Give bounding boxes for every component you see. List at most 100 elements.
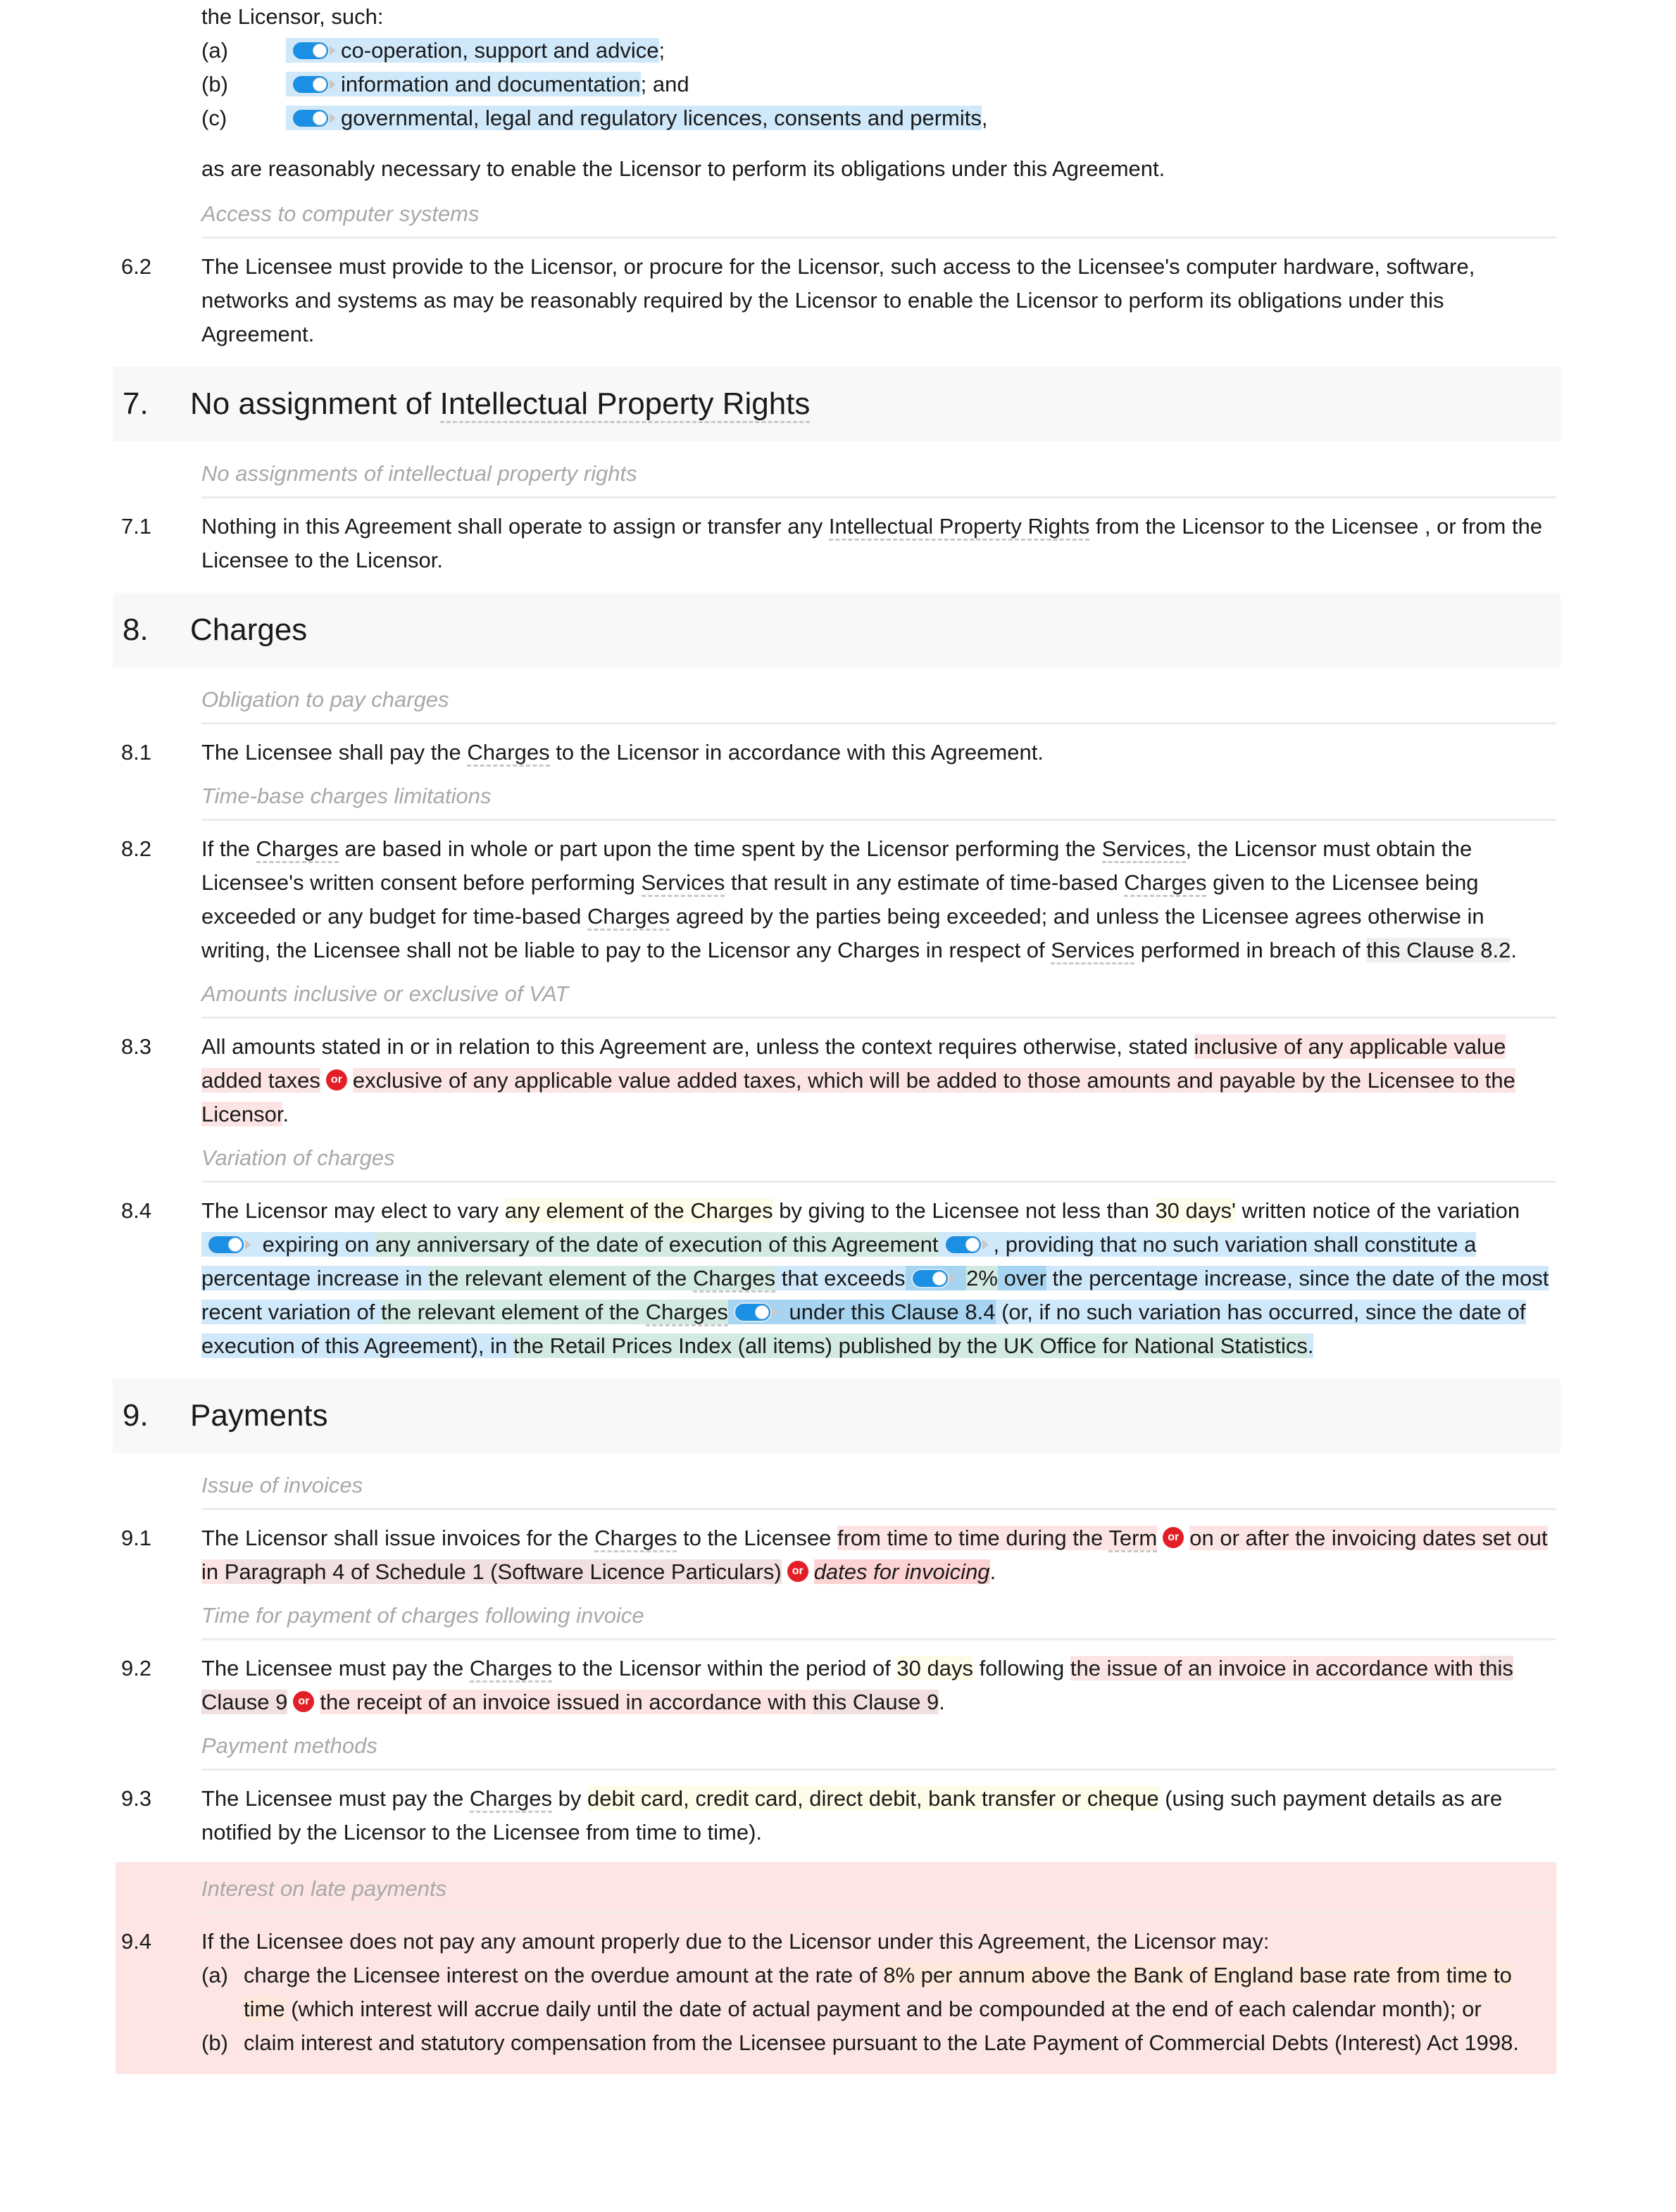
toggle-switch[interactable] [208,1235,252,1255]
optional-text-block: 2% over [905,1266,1046,1290]
list-item: (b) claim interest and statutory compens… [201,2026,1549,2060]
variable-field[interactable]: debit card, credit card, direct debit, b… [587,1786,1159,1811]
variable-field[interactable]: 2% [966,1266,998,1290]
clause-number: 9.2 [121,1656,152,1680]
defined-term[interactable]: Intellectual Property Rights [439,387,811,423]
list-letter: (a) [201,38,228,63]
section-title: No assignment of Intellectual Property R… [190,367,811,441]
section-number: 7. [123,387,149,421]
toggle-switch[interactable] [945,1235,989,1255]
defined-term[interactable]: Term [1108,1526,1158,1552]
toggle-switch[interactable] [293,75,337,94]
optional-text-block: expiring on [201,1232,375,1257]
clause-label: Payment methods [201,1719,1556,1771]
list-item: (b) information and documentation; and [201,68,1556,101]
clause-label: Time for payment of charges following in… [201,1589,1556,1640]
clause-text: The Licensor may elect to vary any eleme… [201,1198,1549,1358]
or-badge-icon[interactable]: or [1163,1526,1184,1548]
alternative-option[interactable]: exclusive of any applicable value added … [201,1068,1515,1126]
list-item: (c) governmental, legal and regulatory l… [201,101,1556,135]
alternative-option[interactable]: the receipt of an invoice issued in acco… [320,1690,939,1714]
alternative-option[interactable]: from time to time during the Term [837,1526,1158,1552]
clause-label: Time-base charges limitations [201,769,1556,821]
list-letter: (c) [201,106,227,130]
section-heading-9: 9. Payments [113,1378,1561,1453]
cross-reference[interactable]: this Clause 9 [812,1690,939,1714]
variable-field[interactable]: the relevant element of the Charges [381,1300,728,1326]
clause-9-1: 9.1 The Licensor shall issue invoices fo… [0,1521,1676,1589]
defined-term[interactable]: Charges [645,1300,728,1326]
clause-label: Variation of charges [201,1131,1556,1183]
optional-clause-block: Interest on late payments 9.4 If the Lic… [115,1862,1556,2074]
clause-8-3: 8.3 All amounts stated in or in relation… [0,1030,1676,1131]
list-item: (a) co-operation, support and advice; [201,34,1556,68]
variable-field[interactable]: the Retail Prices Index (all items) publ… [513,1333,1308,1358]
clause-number: 6.2 [121,254,152,279]
section-heading-7: 7. No assignment of Intellectual Propert… [113,367,1561,441]
list-letter: (b) [201,72,228,96]
clause-label: Interest on late payments [201,1862,1556,1913]
toggle-switch[interactable] [734,1302,779,1322]
intro-trailer: as are reasonably necessary to enable th… [201,156,1165,181]
defined-term[interactable]: Charges [256,836,339,863]
clause-9-3: 9.3 The Licensee must pay the Charges by… [0,1782,1676,1849]
or-badge-icon[interactable]: or [787,1560,808,1582]
clause-number: 9.1 [121,1526,152,1550]
or-badge-icon[interactable]: or [325,1069,347,1091]
variable-field[interactable]: any anniversary of the date of execution… [375,1232,939,1257]
toggle-switch[interactable] [293,108,337,128]
clause-text: The Licensee shall pay the Charges to th… [201,736,1556,769]
clause-number: 8.3 [121,1034,152,1059]
variable-field[interactable]: 30 days' [1155,1198,1236,1223]
variable-field[interactable]: the relevant element of the Charges [428,1266,776,1293]
defined-term[interactable]: Charges [1124,870,1207,897]
cross-reference[interactable]: Clause 8.4 [891,1300,996,1324]
defined-term[interactable]: Intellectual Property Rights [828,514,1090,541]
cross-reference[interactable]: this Clause 8.2 [1366,938,1511,962]
defined-term[interactable]: Services [641,870,725,897]
section-title: Charges [190,612,308,647]
clause-text: The Licensee must pay the Charges by deb… [201,1786,1503,1845]
optional-text-block: governmental, legal and regulatory licen… [286,106,982,130]
clause-number: 7.1 [121,514,152,539]
clause-9-4: 9.4 If the Licensee does not pay any amo… [115,1925,1556,2060]
clause-6-1-continuation: the Licensor, such: (a) co-operation, su… [0,0,1676,186]
cross-reference[interactable]: Paragraph 4 of Schedule 1 (Software Lice… [224,1559,782,1584]
clause-label: Obligation to pay charges [201,673,1556,724]
clause-8-4: 8.4 The Licensor may elect to vary any e… [0,1194,1676,1363]
section-number: 9. [123,1398,149,1433]
optional-text-block: under this [727,1300,892,1324]
defined-term[interactable]: Charges [469,1656,553,1683]
document-page: the Licensor, such: (a) co-operation, su… [0,0,1676,2074]
clause-8-1: 8.1 The Licensee shall pay the Charges t… [0,736,1676,769]
defined-term[interactable]: Services [1051,938,1135,964]
clause-label: Issue of invoices [201,1459,1556,1510]
section-title: Payments [190,1398,328,1433]
toggle-switch[interactable] [912,1269,956,1288]
defined-term[interactable]: Charges [594,1526,677,1552]
clause-7-1: 7.1 Nothing in this Agreement shall oper… [0,510,1676,577]
clause-8-2: 8.2 If the Charges are based in whole or… [0,832,1676,967]
or-badge-icon[interactable]: or [293,1690,315,1712]
optional-text-block: information and documentation [286,72,641,96]
clause-text: The Licensee must pay the Charges to the… [201,1656,1513,1714]
list-item: (a) charge the Licensee interest on the … [201,1959,1549,2026]
clause-9-2: 9.2 The Licensee must pay the Charges to… [0,1652,1676,1719]
defined-term[interactable]: Charges [469,1786,553,1813]
clause-number: 9.3 [121,1786,152,1811]
defined-term[interactable]: Charges [692,1266,776,1293]
clause-label: Amounts inclusive or exclusive of VAT [201,967,1556,1019]
defined-term[interactable]: Charges [587,904,670,931]
clause-label: Access to computer systems [201,187,1556,239]
variable-field[interactable]: 30 days [896,1656,973,1680]
defined-term[interactable]: Services [1101,836,1186,863]
clause-number: 9.4 [121,1929,152,1954]
clause-text: The Licensor shall issue invoices for th… [201,1526,1548,1584]
clause-text: If the Charges are based in whole or par… [201,832,1556,967]
toggle-switch[interactable] [293,41,337,61]
clause-number: 8.4 [121,1198,152,1223]
section-number: 8. [123,612,149,647]
variable-field[interactable]: any element of the Charges [504,1198,773,1223]
alternative-option[interactable]: dates for invoicing [813,1559,990,1584]
defined-term[interactable]: Charges [467,740,550,767]
